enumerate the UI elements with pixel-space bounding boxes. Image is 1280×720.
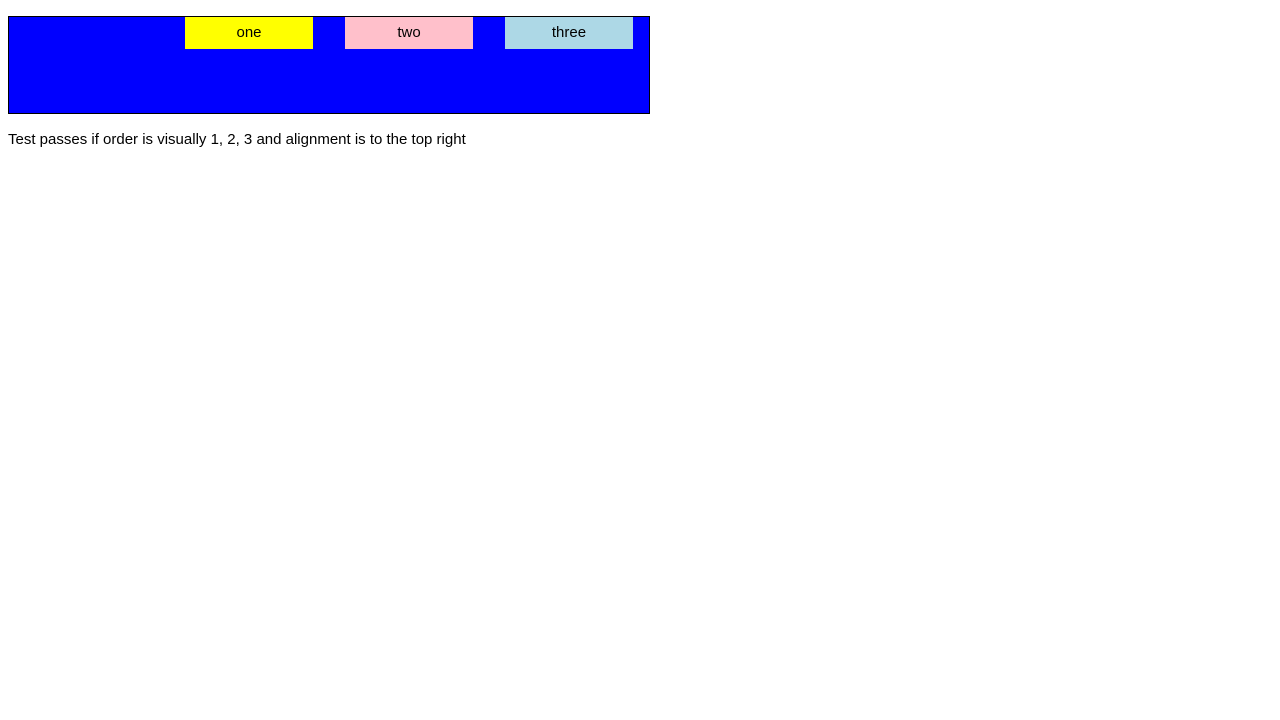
flex-container: one two three: [8, 16, 650, 114]
flex-item-one: one: [185, 17, 313, 49]
flex-item-three: three: [505, 17, 633, 49]
test-instructions: Test passes if order is visually 1, 2, 3…: [8, 131, 466, 148]
flex-item-two: two: [345, 17, 473, 49]
